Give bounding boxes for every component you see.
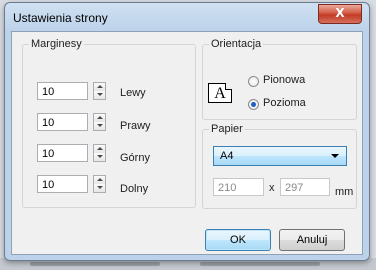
left-margin-input[interactable]: 10 (37, 82, 88, 100)
chevron-down-icon (97, 124, 103, 127)
portrait-radio[interactable] (248, 76, 259, 87)
chevron-down-icon (331, 154, 339, 158)
right-margin-label: Prawy (120, 120, 151, 132)
ok-button[interactable]: OK (205, 229, 271, 251)
top-margin-input[interactable]: 10 (37, 144, 88, 162)
bottom-margin-spinner[interactable] (93, 175, 106, 193)
spin-down-button[interactable] (94, 184, 105, 192)
chevron-down-icon (97, 186, 103, 189)
orientation-legend: Orientacja (211, 38, 262, 50)
cancel-button[interactable]: Anuluj (279, 229, 345, 251)
top-margin-spinner[interactable] (93, 144, 106, 162)
margins-legend: Marginesy (31, 38, 82, 50)
close-button[interactable]: X (318, 4, 362, 24)
unit-label: mm (335, 186, 354, 198)
spin-down-button[interactable] (94, 122, 105, 130)
left-margin-label: Lewy (120, 87, 146, 99)
top-margin-label: Górny (120, 152, 150, 164)
chevron-up-icon (97, 147, 103, 150)
paper-legend: Papier (211, 123, 243, 135)
paper-width-input[interactable]: 210 (213, 178, 264, 196)
landscape-radio[interactable] (248, 99, 259, 110)
portrait-label[interactable]: Pionowa (263, 74, 305, 86)
paper-size-select[interactable]: A4 (213, 146, 347, 166)
landscape-page-icon: A (208, 83, 232, 103)
spin-down-button[interactable] (94, 91, 105, 99)
title-bar[interactable]: Ustawienia strony X (5, 3, 369, 33)
chevron-up-icon (97, 85, 103, 88)
right-margin-input[interactable]: 10 (37, 113, 88, 131)
right-margin-spinner[interactable] (93, 113, 106, 131)
orientation-icon-letter: A (214, 85, 226, 102)
close-icon: X (335, 6, 345, 20)
chevron-up-icon (97, 116, 103, 119)
spin-down-button[interactable] (94, 153, 105, 161)
chevron-up-icon (97, 178, 103, 181)
dialog-title: Ustawienia strony (13, 11, 108, 25)
dialog-body: Marginesy 10 Lewy 10 Prawy 10 Górny 10 D… (11, 31, 363, 255)
landscape-label[interactable]: Pozioma (263, 97, 306, 109)
chevron-down-icon (97, 155, 103, 158)
paper-size-value: A4 (220, 150, 234, 162)
dimension-separator: x (269, 182, 275, 194)
bottom-margin-label: Dolny (120, 183, 149, 195)
left-margin-spinner[interactable] (93, 82, 106, 100)
paper-height-input[interactable]: 297 (280, 178, 330, 196)
page-setup-dialog: Ustawienia strony X Marginesy 10 Lewy 10… (4, 2, 370, 261)
bottom-margin-input[interactable]: 10 (37, 175, 88, 193)
chevron-down-icon (97, 93, 103, 96)
